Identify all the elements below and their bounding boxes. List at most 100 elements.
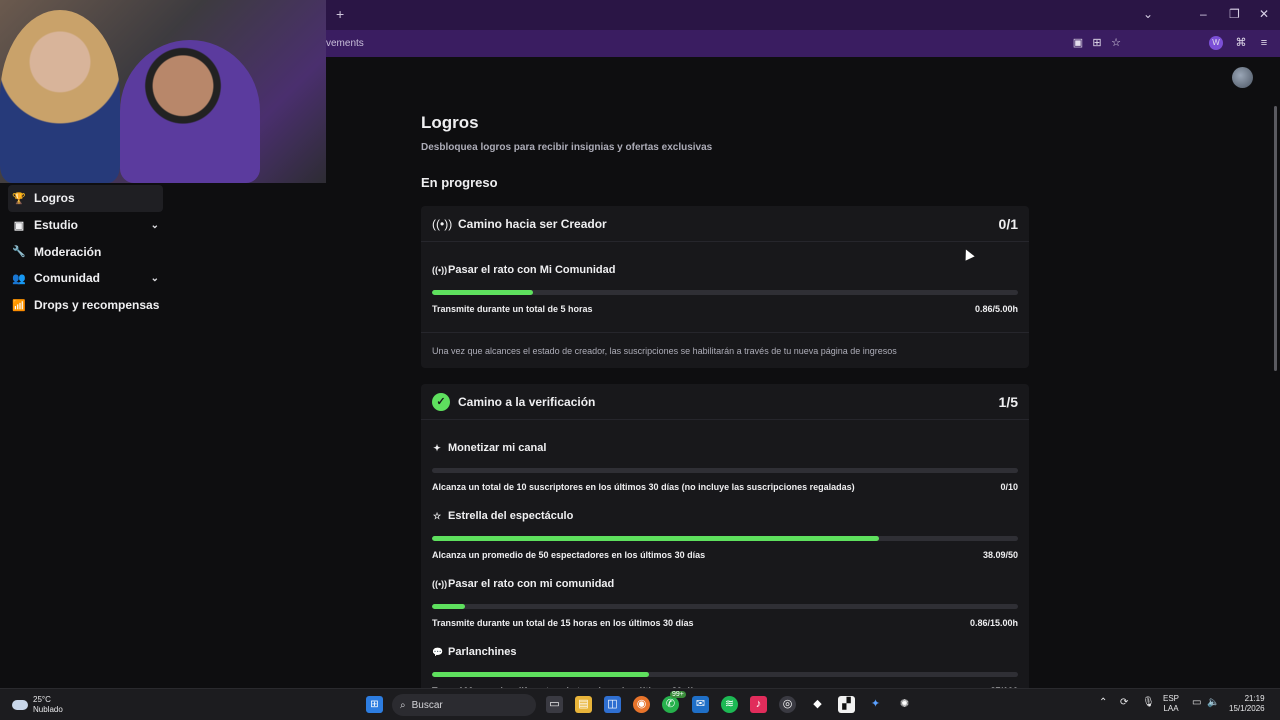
broadcast-small-icon: ((•)) — [432, 265, 448, 275]
achievement-value: 38.09/50 — [982, 550, 1018, 560]
broadcast-small-icon: ((•)) — [432, 579, 448, 589]
sidebar-item-label: Logros — [34, 191, 75, 206]
language-top: ESP — [1163, 694, 1180, 703]
sidebar-item-4[interactable]: 📶 Drops y recompensas — [8, 292, 163, 319]
progress-bar — [432, 604, 1018, 609]
progress-bar — [432, 536, 1018, 541]
network-icon[interactable]: ▭ — [1192, 698, 1201, 708]
sidebar-item-0[interactable]: 🏆 Logros — [8, 185, 163, 212]
tray-chevron-icon[interactable]: ⌃ — [1099, 698, 1107, 708]
achievement-description: Transmite durante un total de 5 horas — [432, 304, 593, 314]
community-icon: 👥 — [12, 272, 26, 285]
card-title: Camino a la verificación — [458, 394, 596, 409]
whatsapp-icon[interactable]: ✆ — [662, 696, 679, 713]
trophy-icon: 🏆 — [12, 192, 26, 205]
studio-icon: ▣ — [13, 219, 25, 232]
card-note: Una vez que alcances el estado de creado… — [421, 332, 1029, 368]
card-header: ✓ Camino a la verificación 1/5 — [421, 384, 1029, 420]
page-scrollbar[interactable] — [1274, 106, 1277, 371]
streamer-person-right — [120, 40, 260, 183]
windows-taskbar: 25°C Nublado ⊞ ⌕ Buscar ▭ ▤ ◫ ◉ ✆ 99+ ✉ … — [0, 688, 1280, 720]
achievement-row: ((•)) Pasar el rato con Mi Comunidad Trans… — [421, 242, 1029, 332]
progress-fill — [432, 604, 466, 609]
tab-list-chevron-icon[interactable]: ⌄ — [1143, 7, 1153, 21]
taskbar-search[interactable]: ⌕ Buscar — [392, 694, 536, 716]
clock[interactable]: 21:19 15/1/2026 — [1229, 694, 1265, 714]
achievement-title: Estrella del espectáculo — [448, 510, 574, 522]
sidebar-item-2[interactable]: 🔧 Moderación — [8, 238, 163, 265]
gemini-icon[interactable]: ✦ — [867, 696, 884, 713]
achievement-value: 0.86/5.00h — [974, 304, 1018, 314]
sync-icon[interactable]: ⟳ — [1120, 698, 1128, 708]
weather-widget[interactable]: 25°C Nublado — [12, 695, 63, 715]
progress-fill — [432, 290, 533, 295]
spotify-icon[interactable]: ≋ — [721, 696, 738, 713]
outlook-icon[interactable]: ✉ — [692, 696, 709, 713]
clock-date: 15/1/2026 — [1229, 704, 1265, 713]
achievement-card: ✓ Camino a la verificación 1/5 ✦ Monetizar m… — [421, 384, 1029, 714]
user-avatar[interactable] — [1232, 67, 1253, 88]
clock-time: 21:19 — [1244, 694, 1265, 703]
achievement-value: 0/10 — [1000, 482, 1018, 492]
achievement-description: Alcanza un promedio de 50 espectadores e… — [432, 550, 706, 560]
sidebar-item-3[interactable]: 👥 Comunidad ⌄ — [8, 265, 163, 292]
store-icon[interactable]: ◫ — [604, 696, 621, 713]
sidebar-item-1[interactable]: ▣ Estudio ⌄ — [8, 212, 163, 239]
restore-button[interactable]: ❐ — [1229, 7, 1240, 21]
bookmark-star-icon[interactable]: ☆ — [1109, 36, 1123, 50]
microphone-icon[interactable]: 🎙 — [1142, 698, 1155, 708]
achievement-title: Pasar el rato con mi comunidad — [448, 578, 615, 590]
close-window-button[interactable]: ✕ — [1259, 7, 1269, 21]
chevron-down-icon[interactable]: ⌄ — [151, 220, 159, 231]
extension-w-icon[interactable]: W — [1209, 36, 1223, 50]
sidebar-item-label: Estudio — [34, 218, 78, 233]
weather-temperature: 25°C — [33, 695, 51, 704]
search-placeholder: Buscar — [411, 699, 443, 711]
dashboard-sidebar: 🏆 Logros ▣ Estudio ⌄ 🔧 Moderación 👥 Comunidad ⌄ 📶 D… — [8, 185, 163, 318]
card-count: 0/1 — [998, 215, 1018, 232]
achievement-row: ✦ Monetizar mi canal Alcanza un total de 1… — [421, 420, 1029, 492]
achievement-title: Monetizar mi canal — [448, 442, 547, 454]
page-title: Logros — [421, 113, 479, 132]
achievement-description: Transmite durante un total de 15 horas e… — [432, 618, 694, 628]
language-indicator[interactable]: ESP LAA — [1163, 694, 1179, 714]
new-tab-button[interactable]: + — [336, 6, 344, 22]
card-title: Camino hacia ser Creador — [458, 216, 607, 231]
achievement-title: Parlanchines — [448, 646, 517, 658]
achievement-row: ☆ Estrella del espectáculo Alcanza un prom… — [421, 492, 1029, 560]
obs-icon[interactable]: ◎ — [779, 696, 796, 713]
progress-fill — [432, 672, 649, 677]
browser-menu-icon[interactable]: ≡ — [1257, 36, 1271, 50]
volume-icon[interactable]: 🔈 — [1207, 698, 1219, 708]
sidebar-item-label: Comunidad — [34, 271, 100, 286]
card-header: ((•)) Camino hacia ser Creador 0/1 — [421, 206, 1029, 242]
achievement-row: ((•)) Pasar el rato con mi comunidad Trans… — [421, 560, 1029, 628]
progress-fill — [432, 536, 879, 541]
search-icon: ⌕ — [400, 699, 406, 711]
language-bottom: LAA — [1163, 704, 1179, 713]
screenshot-icon[interactable]: ▣ — [1071, 36, 1085, 50]
tiktok-icon[interactable]: ♪ — [750, 696, 767, 713]
sparkle-icon: ✦ — [433, 442, 441, 453]
file-explorer-icon[interactable]: ▤ — [575, 696, 592, 713]
cloud-icon — [12, 700, 28, 710]
minimize-button[interactable]: ‒ — [1200, 7, 1207, 21]
firefox-icon[interactable]: ◉ — [633, 696, 650, 713]
section-heading-in-progress: En progreso — [421, 175, 498, 190]
capcut-icon[interactable]: ◆ — [809, 696, 826, 713]
windows-start-icon[interactable]: ⊞ — [366, 696, 383, 713]
achievement-value: 0.86/15.00h — [969, 618, 1018, 628]
extensions-puzzle-icon[interactable]: ⌘ — [1234, 36, 1248, 50]
star-icon: ☆ — [432, 510, 442, 521]
install-app-icon[interactable]: ⊞ — [1090, 36, 1104, 50]
page-subtitle: Desbloquea logros para recibir insignias… — [421, 142, 713, 153]
weather-description: Nublado — [33, 705, 63, 714]
url-text[interactable]: vements — [326, 38, 364, 49]
streamer-person-left — [0, 10, 120, 183]
chat-icon: 💬 — [432, 646, 444, 657]
task-view-icon[interactable]: ▭ — [546, 696, 563, 713]
chevron-down-icon[interactable]: ⌄ — [151, 273, 159, 284]
app-frame-icon[interactable]: ▞ — [838, 696, 855, 713]
chatgpt-icon[interactable]: ✺ — [896, 696, 913, 713]
notification-badge: 99+ — [670, 691, 686, 698]
